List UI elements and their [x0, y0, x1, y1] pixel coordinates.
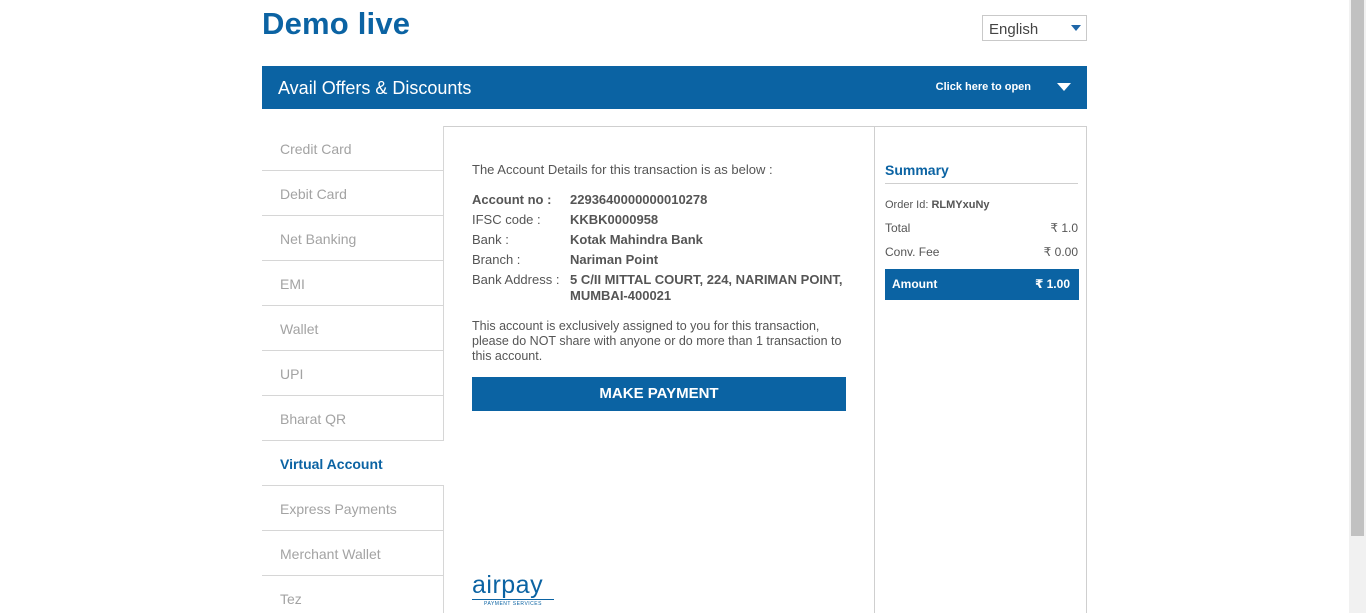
- ifsc-value: KKBK0000958: [570, 212, 659, 227]
- make-payment-button[interactable]: MAKE PAYMENT: [472, 377, 846, 411]
- conv-fee-row: Conv. Fee ₹ 0.00: [885, 245, 1078, 259]
- chevron-down-icon[interactable]: [1057, 83, 1071, 91]
- conv-fee-value: ₹ 0.00: [1043, 245, 1078, 259]
- summary-panel: Summary Order Id: RLMYxuNy Total ₹ 1.0 C…: [874, 126, 1087, 613]
- page-scrollbar[interactable]: [1349, 0, 1366, 613]
- account-number-value: 2293640000000010278: [570, 192, 708, 207]
- account-details-intro: The Account Details for this transaction…: [472, 162, 773, 177]
- chevron-down-icon: [1071, 25, 1081, 31]
- conv-fee-label: Conv. Fee: [885, 245, 940, 259]
- sidebar-item-express-payments[interactable]: Express Payments: [262, 486, 444, 531]
- amount-label: Amount: [892, 277, 938, 291]
- payment-method-sidebar: Credit Card Debit Card Net Banking EMI W…: [262, 126, 444, 613]
- sidebar-item-credit-card[interactable]: Credit Card: [262, 126, 444, 171]
- account-usage-note: This account is exclusively assigned to …: [472, 319, 842, 363]
- sidebar-item-merchant-wallet[interactable]: Merchant Wallet: [262, 531, 444, 576]
- logo-wordmark: airpay: [472, 571, 544, 599]
- bank-address-value: 5 C/II MITTAL COURT, 224, NARIMAN POINT,…: [570, 272, 843, 303]
- sidebar-item-virtual-account[interactable]: Virtual Account: [262, 441, 444, 486]
- ifsc-label: IFSC code :: [472, 212, 541, 227]
- total-value: ₹ 1.0: [1050, 221, 1078, 235]
- order-id: Order Id: RLMYxuNy: [885, 199, 990, 211]
- logo-tagline: PAYMENT SERVICES: [484, 601, 542, 607]
- order-id-value: RLMYxuNy: [931, 199, 990, 211]
- total-row: Total ₹ 1.0: [885, 221, 1078, 235]
- summary-title: Summary: [885, 162, 949, 178]
- offers-open-link[interactable]: Click here to open: [936, 81, 1031, 93]
- sidebar-item-upi[interactable]: UPI: [262, 351, 444, 396]
- sidebar-item-debit-card[interactable]: Debit Card: [262, 171, 444, 216]
- offers-title: Avail Offers & Discounts: [278, 78, 472, 98]
- account-number-label: Account no :: [472, 192, 552, 207]
- sidebar-item-emi[interactable]: EMI: [262, 261, 444, 306]
- amount-value: ₹ 1.00: [1034, 277, 1070, 291]
- language-select[interactable]: English: [982, 15, 1087, 41]
- amount-bar: Amount ₹ 1.00: [885, 269, 1079, 300]
- sidebar-item-wallet[interactable]: Wallet: [262, 306, 444, 351]
- logo-divider: [472, 599, 554, 600]
- sidebar-item-tez[interactable]: Tez: [262, 576, 444, 613]
- scrollbar-thumb[interactable]: [1351, 0, 1364, 536]
- sidebar-item-net-banking[interactable]: Net Banking: [262, 216, 444, 261]
- bank-address-label: Bank Address :: [472, 272, 560, 287]
- sidebar-item-bharat-qr[interactable]: Bharat QR: [262, 396, 444, 441]
- total-label: Total: [885, 221, 911, 235]
- page-title: Demo live: [262, 6, 411, 41]
- order-id-label: Order Id:: [885, 199, 929, 211]
- bank-value: Kotak Mahindra Bank: [570, 232, 703, 247]
- language-selected-value: English: [989, 21, 1039, 38]
- branch-value: Nariman Point: [570, 252, 659, 267]
- branch-label: Branch :: [472, 252, 521, 267]
- summary-divider: [885, 183, 1078, 184]
- airpay-logo: airpay PAYMENT SERVICES: [472, 572, 554, 607]
- bank-label: Bank :: [472, 232, 509, 247]
- offers-toggle-bar[interactable]: Avail Offers & Discounts Click here to o…: [262, 66, 1087, 109]
